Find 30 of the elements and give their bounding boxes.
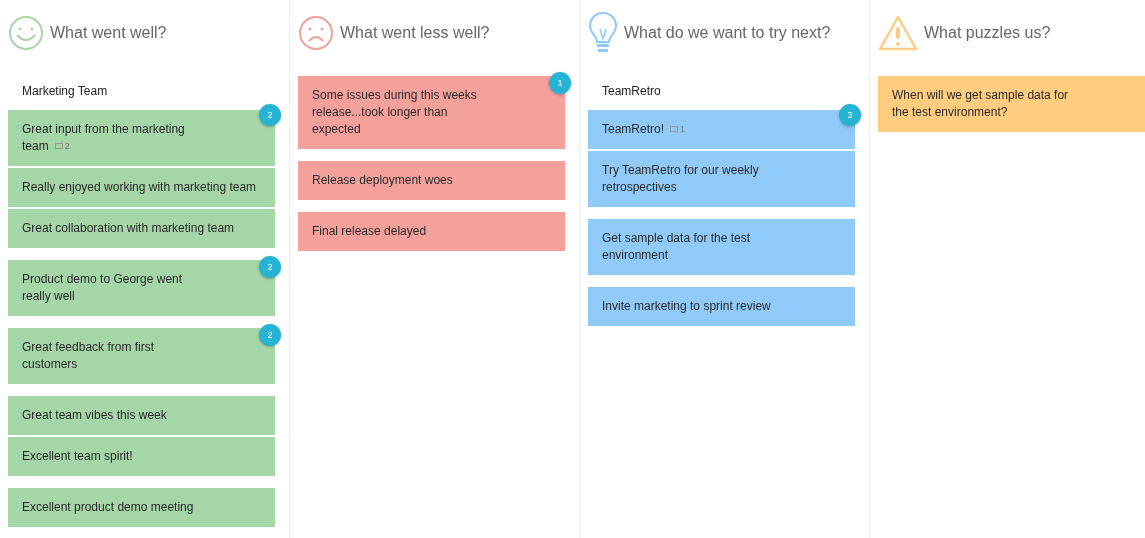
retro-card[interactable]: Great collaboration with marketing team [8,209,275,248]
comment-icon [54,143,63,150]
vote-badge: 2 [259,256,281,278]
warning-icon [878,15,918,51]
retro-card[interactable]: When will we get sample data for the test environment? [878,76,1145,132]
group-title: Marketing Team [21,83,109,100]
comment-count: 1 [670,121,686,138]
retro-card[interactable]: Great team vibes this week [8,396,275,435]
vote-badge: 2 [259,324,281,346]
group-title: TeamRetro [601,83,662,100]
vote-badge: 1 [549,72,571,94]
vote-badge: 2 [259,104,281,126]
sad-face-icon [298,15,334,51]
column-title: What do we want to try next? [624,24,831,42]
vote-badge: 3 [839,104,861,126]
retro-card[interactable]: Final release delayed [298,212,565,251]
retro-card[interactable]: Release deployment woes [298,161,565,200]
smiley-icon [8,15,44,51]
retro-card[interactable]: Try TeamRetro for our weekly retrospectives [588,151,855,207]
column-title: What puzzles us? [924,24,1051,42]
comment-icon [670,126,679,133]
column-title: What went less well? [340,24,490,42]
retro-card[interactable]: Get sample data for the test environment [588,219,855,275]
lightbulb-icon [588,11,618,55]
retro-card[interactable]: Excellent team spirit! [8,437,275,476]
retro-card[interactable]: Excellent product demo meeting [8,488,275,527]
retro-card[interactable]: Really enjoyed working with marketing team [8,168,275,207]
retro-card[interactable]: Invite marketing to sprint review [588,287,855,326]
comment-count: 2 [54,138,70,155]
column-title: What went well? [50,24,167,42]
